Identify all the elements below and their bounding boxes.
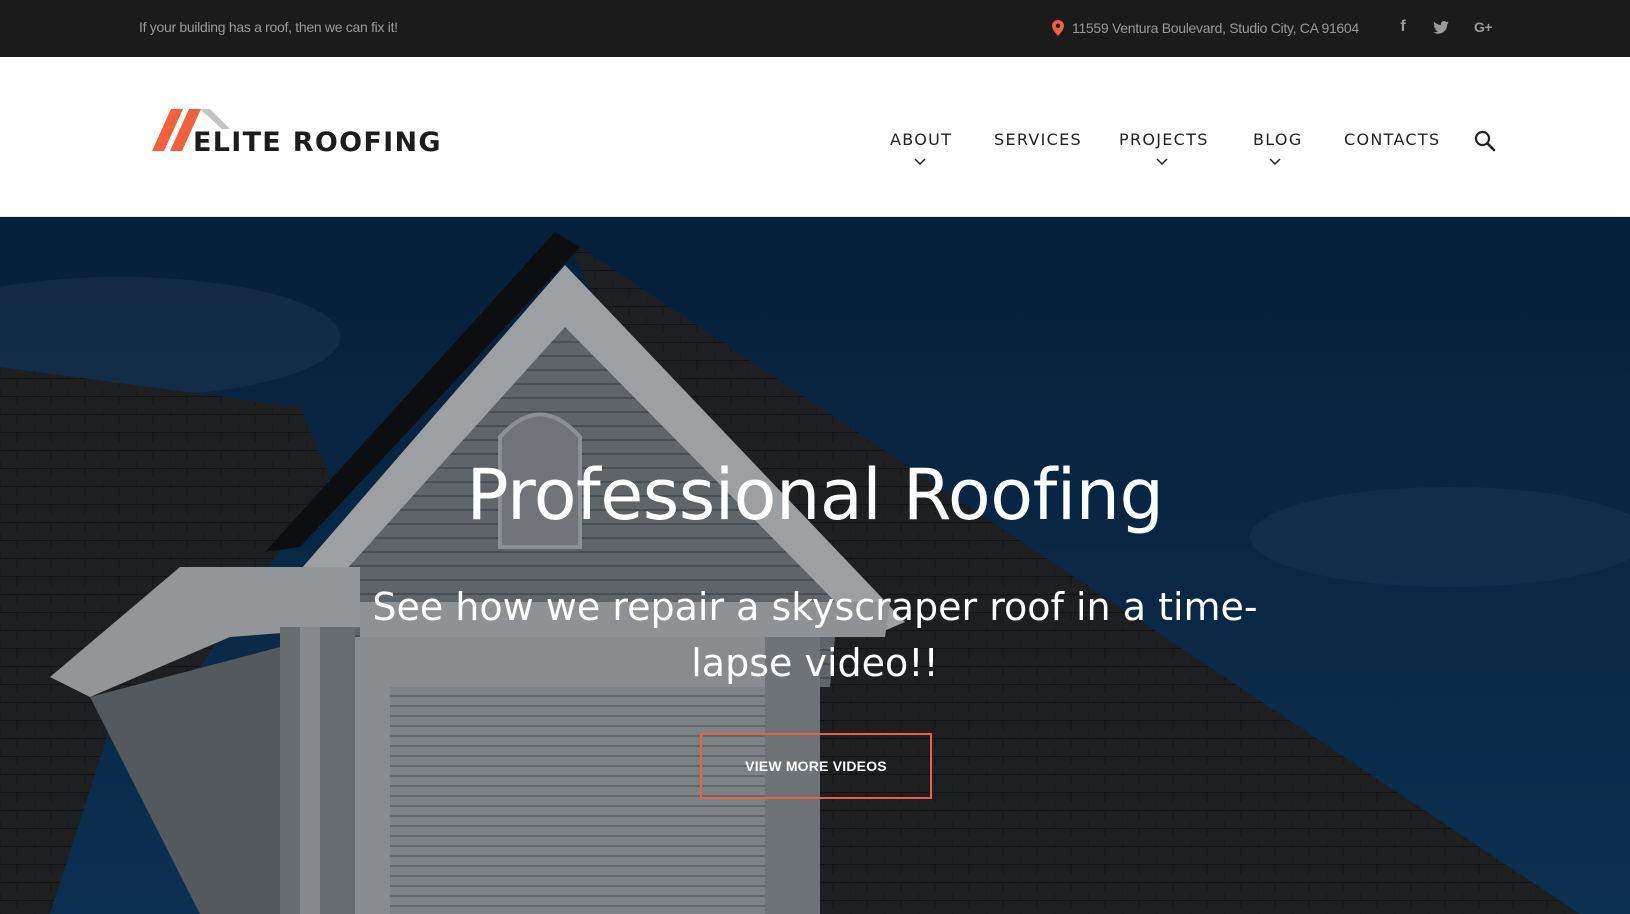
nav-item-services[interactable]: SERVICES xyxy=(994,130,1082,190)
view-more-videos-label: VIEW MORE VIDEOS xyxy=(745,758,887,774)
hero-banner: Professional Roofing See how we repair a… xyxy=(0,217,1630,914)
chevron-down-icon xyxy=(1269,158,1281,166)
google-plus-icon[interactable]: G+ xyxy=(1470,16,1496,38)
hero-title: Professional Roofing xyxy=(466,454,1164,536)
location-pin-icon xyxy=(1052,20,1064,36)
chevron-down-icon xyxy=(914,158,926,166)
tagline: If your building has a roof, then we can… xyxy=(139,19,398,35)
nav-label-blog: BLOG xyxy=(1253,130,1303,149)
facebook-icon[interactable]: f xyxy=(1396,16,1410,38)
address: 11559 Ventura Boulevard, Studio City, CA… xyxy=(1052,18,1359,38)
nav-label-contacts: CONTACTS xyxy=(1344,130,1441,149)
logo[interactable]: ELITE ROOFING xyxy=(152,109,441,161)
view-more-videos-button[interactable]: VIEW MORE VIDEOS xyxy=(700,733,932,799)
nav-item-blog[interactable]: BLOG xyxy=(1253,130,1303,190)
twitter-icon[interactable] xyxy=(1432,16,1450,38)
nav-label-services: SERVICES xyxy=(994,130,1083,149)
nav-item-about[interactable]: ABOUT xyxy=(890,130,952,190)
search-icon[interactable] xyxy=(1474,130,1496,152)
logo-text: ELITE ROOFING xyxy=(193,127,442,158)
nav-label-projects: PROJECTS xyxy=(1119,130,1209,149)
nav-item-contacts[interactable]: CONTACTS xyxy=(1344,130,1440,190)
site-header: ELITE ROOFING ABOUT SERVICES PROJECTS BL… xyxy=(0,57,1630,217)
hero-background-image xyxy=(0,217,1630,914)
top-bar: If your building has a roof, then we can… xyxy=(0,0,1630,57)
address-text: 11559 Ventura Boulevard, Studio City, CA… xyxy=(1072,20,1359,36)
chevron-down-icon xyxy=(1156,158,1168,166)
nav-item-projects[interactable]: PROJECTS xyxy=(1119,130,1209,190)
hero-subtitle: See how we repair a skyscraper roof in a… xyxy=(372,585,1258,685)
nav-label-about: ABOUT xyxy=(890,130,953,149)
